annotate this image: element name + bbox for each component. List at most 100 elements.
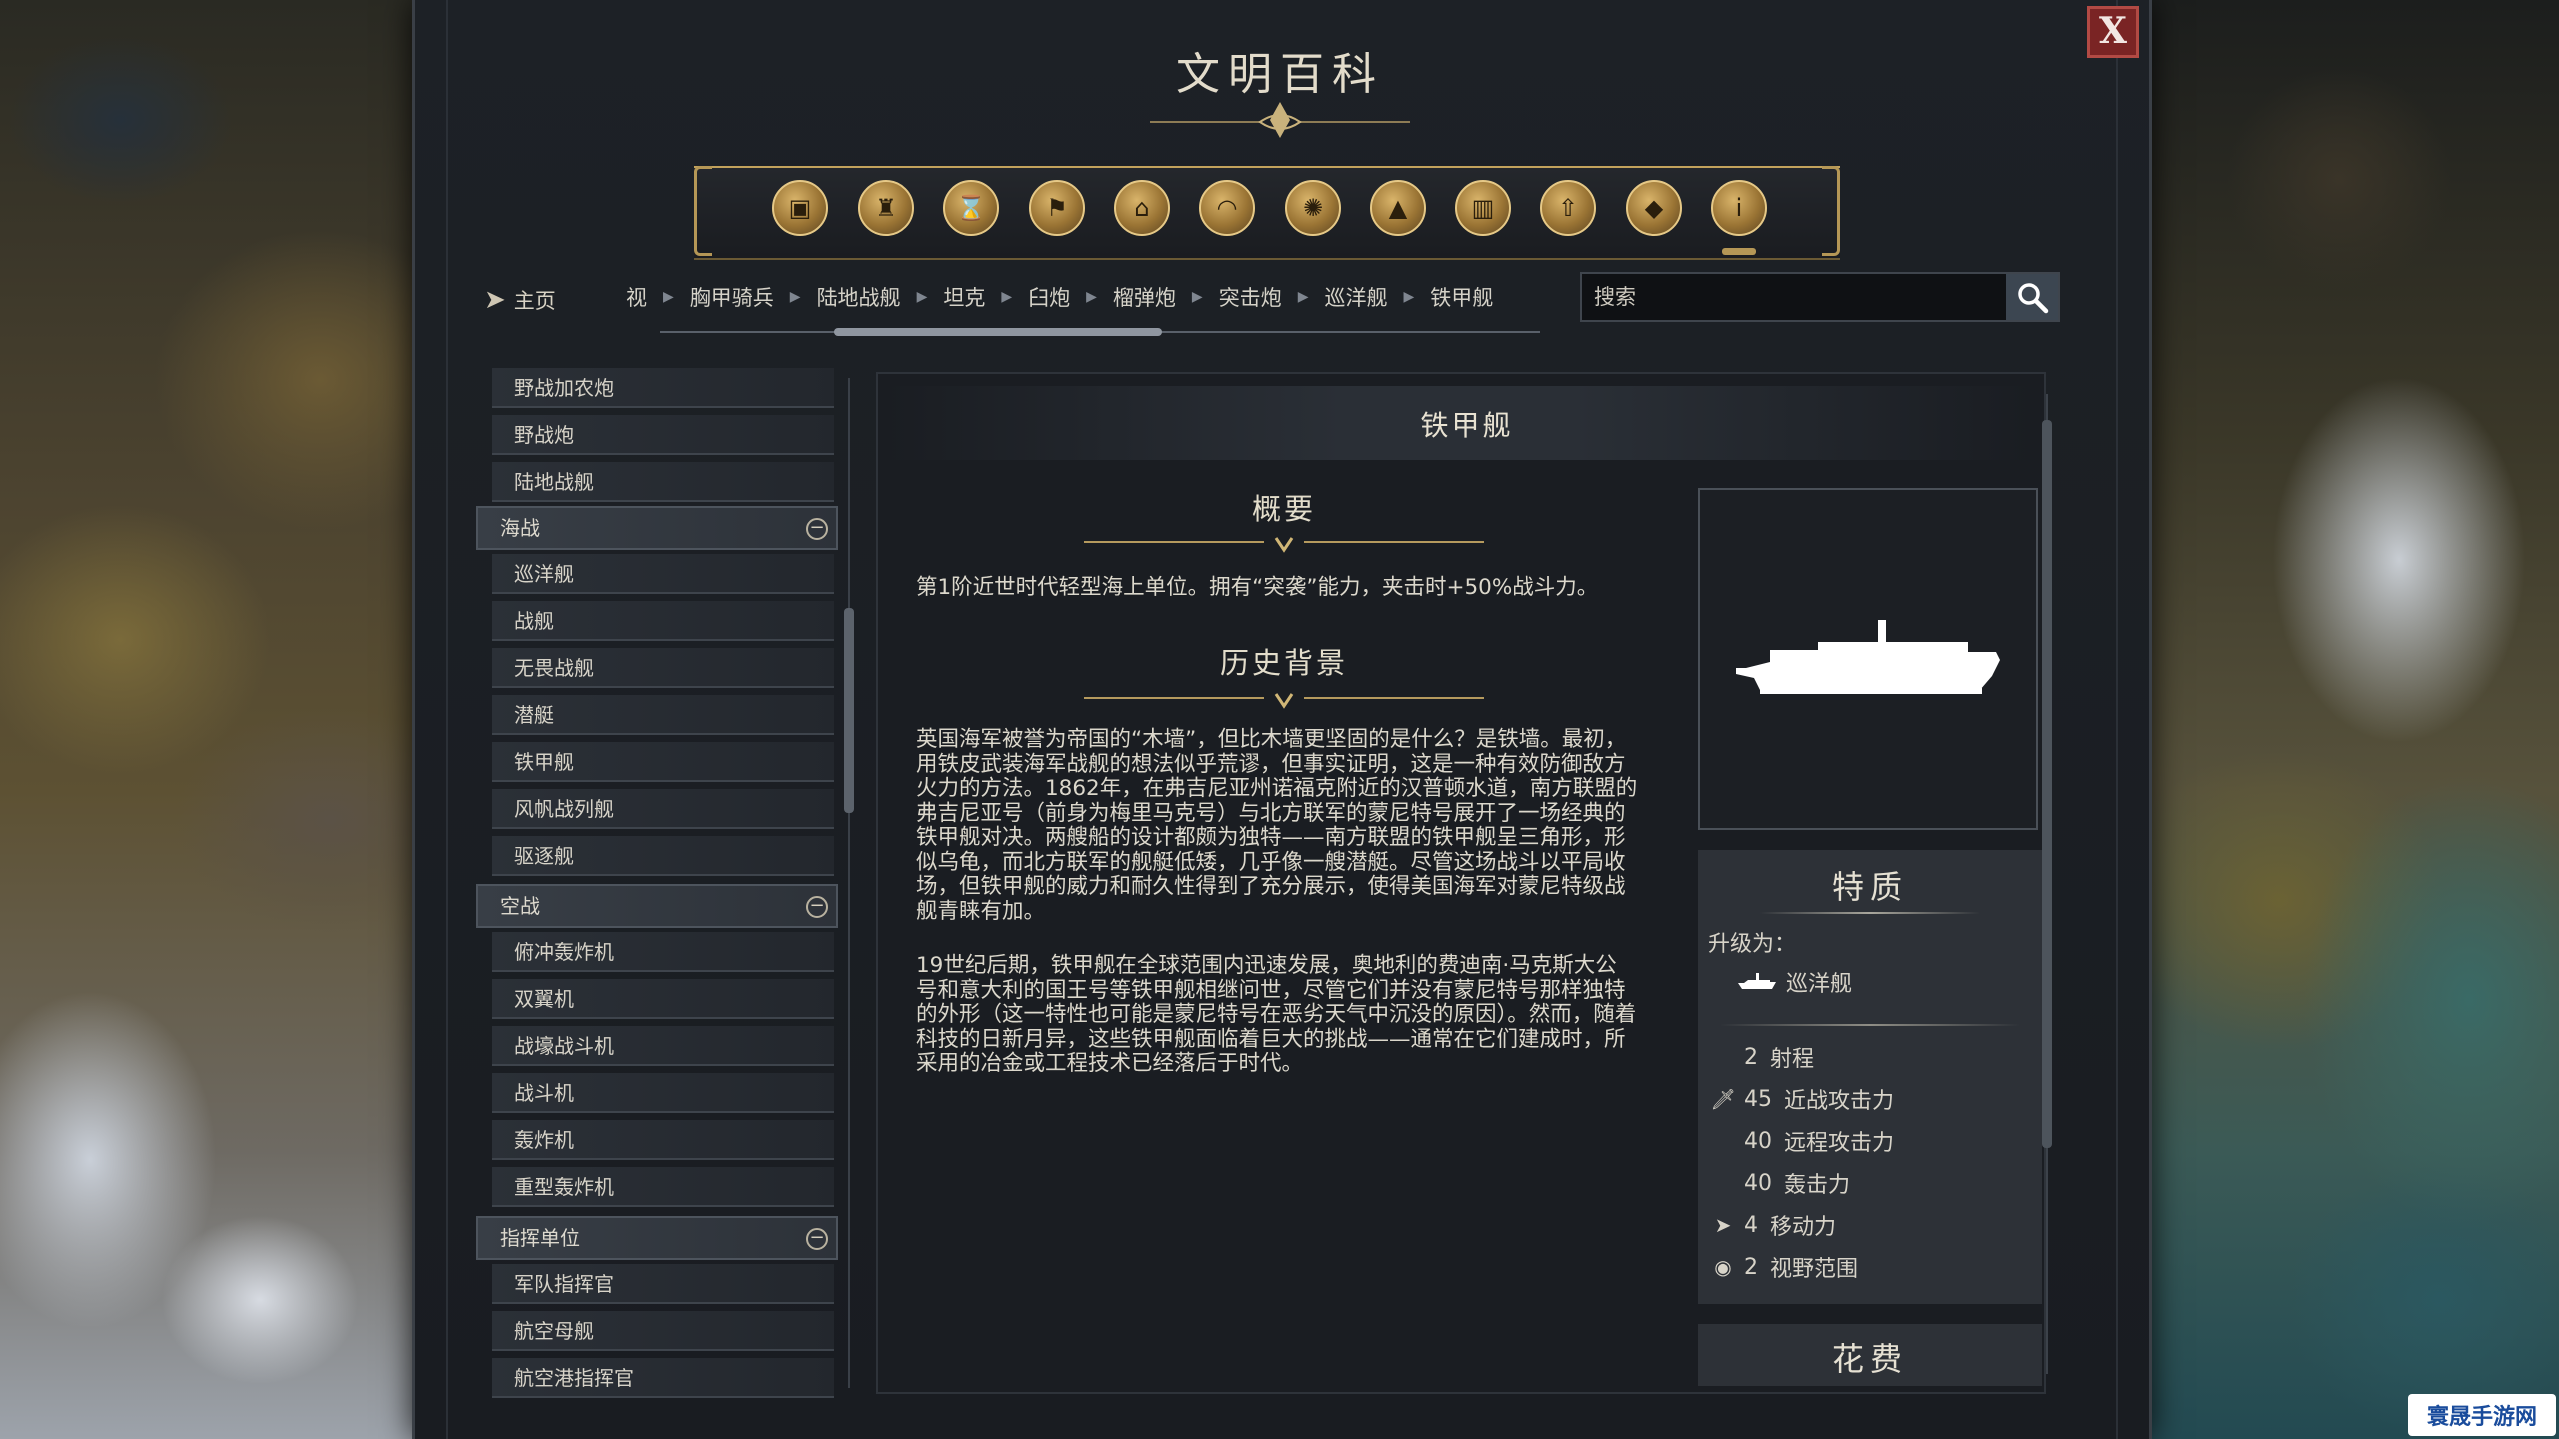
stat-sight: ◉ 2 视野范围 [1710,1250,1858,1284]
overview-title: 概要 [1251,492,1316,526]
sight-icon: ◉ [1714,1255,1732,1279]
list-group-naval[interactable]: 海战 − [476,506,838,550]
wonders-icon[interactable]: ⌂ [1114,180,1170,236]
article-title: 铁甲舰 [1420,409,1514,442]
units-icon[interactable]: ▣ [772,180,828,236]
list-item[interactable]: 风帆战列舰 [492,789,834,829]
stat-value: 40 [1744,1170,1772,1196]
collapse-icon[interactable]: − [806,518,828,540]
terrain-icon[interactable]: ▲ [1370,180,1426,236]
watermark-text: 寰晟手游网 [2426,1405,2537,1430]
breadcrumb-scrollbar[interactable] [660,328,1540,336]
chevron-right-icon: ▶ [1297,289,1309,305]
back-arrow-icon: ➤ [484,285,506,315]
list-group-command[interactable]: 指挥单位 − [476,1216,838,1260]
list-item[interactable]: 战舰 [492,601,834,641]
stat-ranged: 40 远程攻击力 [1710,1124,1894,1158]
city-icon[interactable]: ▥ [1455,180,1511,236]
cost-title: 花费 [1831,1340,1908,1378]
chevron-right-icon: ▶ [1086,289,1097,305]
list-group-air[interactable]: 空战 − [476,884,838,928]
list-item[interactable]: 野战加农炮 [492,368,834,408]
list-item[interactable]: 重型轰炸机 [492,1167,834,1207]
list-item[interactable]: 战壕战斗机 [492,1026,834,1066]
melee-icon: 🗡 [1710,1087,1736,1111]
game-map-right [2139,0,2559,1439]
buildings-icon[interactable]: ♜ [858,180,914,236]
divider [1760,912,1980,914]
culture-icon[interactable]: ◠ [1199,180,1255,236]
stat-melee: 🗡 45 近战攻击力 [1710,1082,1894,1116]
home-label: 主页 [513,289,556,313]
stat-label: 远程攻击力 [1784,1131,1895,1156]
article-scroll-thumb[interactable] [2042,420,2052,1148]
stat-movement: ➤ 4 移动力 [1710,1208,1836,1242]
list-item[interactable]: 野战炮 [492,415,834,455]
breadcrumb-item[interactable]: 胸甲骑兵 [690,282,774,312]
category-bar-left-cap [694,166,712,256]
info-icon[interactable]: i [1711,180,1767,236]
upgrade-icon[interactable]: ⇧ [1540,180,1596,236]
window-title: 文明百科 [1176,49,1384,100]
article-scrollbar[interactable] [2040,378,2054,1394]
stat-label: 移动力 [1770,1215,1837,1240]
title-ornament [1150,102,1410,138]
list-item[interactable]: 航空港指挥官 [492,1358,834,1398]
breadcrumb-scroll-thumb[interactable] [834,328,1162,336]
list-item[interactable]: 战斗机 [492,1073,834,1113]
resources-icon[interactable]: ◆ [1626,180,1682,236]
eras-icon[interactable]: ⌛ [943,180,999,236]
active-category-indicator [1722,248,1756,255]
list-item[interactable]: 航空母舰 [492,1311,834,1351]
list-group-label: 指挥单位 [500,1226,580,1250]
breadcrumb-item[interactable]: 陆地战舰 [817,282,901,312]
stat-label: 视野范围 [1770,1257,1859,1282]
search-input[interactable] [1582,274,2002,320]
list-item[interactable]: 双翼机 [492,979,834,1019]
search-box [1580,272,2060,322]
collapse-icon[interactable]: − [806,1228,828,1250]
upgrade-label: 升级为： [1708,932,1797,957]
breadcrumb-item[interactable]: 巡洋舰 [1324,282,1387,312]
list-item[interactable]: 驱逐舰 [492,836,834,876]
list-item[interactable]: 俯冲轰炸机 [492,932,834,972]
breadcrumb-item[interactable]: 坦克 [943,282,985,312]
stat-value: 4 [1744,1212,1758,1238]
chevron-right-icon: ▶ [663,289,674,305]
stat-value: 2 [1744,1044,1758,1070]
civilizations-icon[interactable]: ⚑ [1029,180,1085,236]
list-item[interactable]: 无畏战舰 [492,648,834,688]
breadcrumb-item[interactable]: 臼炮 [1028,282,1070,312]
search-icon [2018,283,2049,314]
chevron-right-icon: ▶ [1191,289,1203,305]
movement-icon: ➤ [1714,1213,1732,1237]
section-divider [1084,693,1484,709]
stat-value: 40 [1744,1128,1772,1154]
cruiser-ship-icon [1738,973,1776,989]
list-group-label: 海战 [500,516,540,540]
list-scroll-thumb[interactable] [844,608,854,813]
collapse-icon[interactable]: − [806,896,828,918]
list-item[interactable]: 轰炸机 [492,1120,834,1160]
history-paragraph: 英国海军被誉为帝国的“木墙”，但比木墙更坚固的是什么？是铁墙。最初，用铁皮武装海… [916,727,1638,924]
list-item-selected[interactable]: 铁甲舰 [492,742,834,782]
home-button[interactable]: ➤ 主页 [484,280,556,320]
list-item[interactable]: 军队指挥官 [492,1264,834,1304]
stat-label: 轰击力 [1784,1173,1851,1198]
science-icon[interactable]: ✺ [1285,180,1341,236]
stat-value: 45 [1744,1086,1772,1112]
site-watermark: 寰晟手游网 [2408,1394,2556,1436]
breadcrumb-item[interactable]: 榴弹炮 [1113,282,1176,312]
list-scrollbar[interactable] [844,368,854,1398]
breadcrumb-item-current[interactable]: 铁甲舰 [1430,282,1493,312]
list-item[interactable]: 巡洋舰 [492,554,834,594]
close-button[interactable]: X [2087,6,2139,58]
search-button[interactable] [2006,274,2058,320]
upgrade-target-link[interactable]: 巡洋舰 [1736,966,1852,998]
breadcrumb-item[interactable]: 突击炮 [1219,282,1282,312]
breadcrumb-item[interactable]: 视 [626,282,647,312]
list-item[interactable]: 潜艇 [492,695,834,735]
list-item[interactable]: 陆地战舰 [492,462,834,502]
chevron-right-icon: ▶ [1001,289,1013,305]
overview-text: 第1阶近世时代轻型海上单位。拥有“突袭”能力，夹击时+50%战斗力。 [916,575,1599,600]
